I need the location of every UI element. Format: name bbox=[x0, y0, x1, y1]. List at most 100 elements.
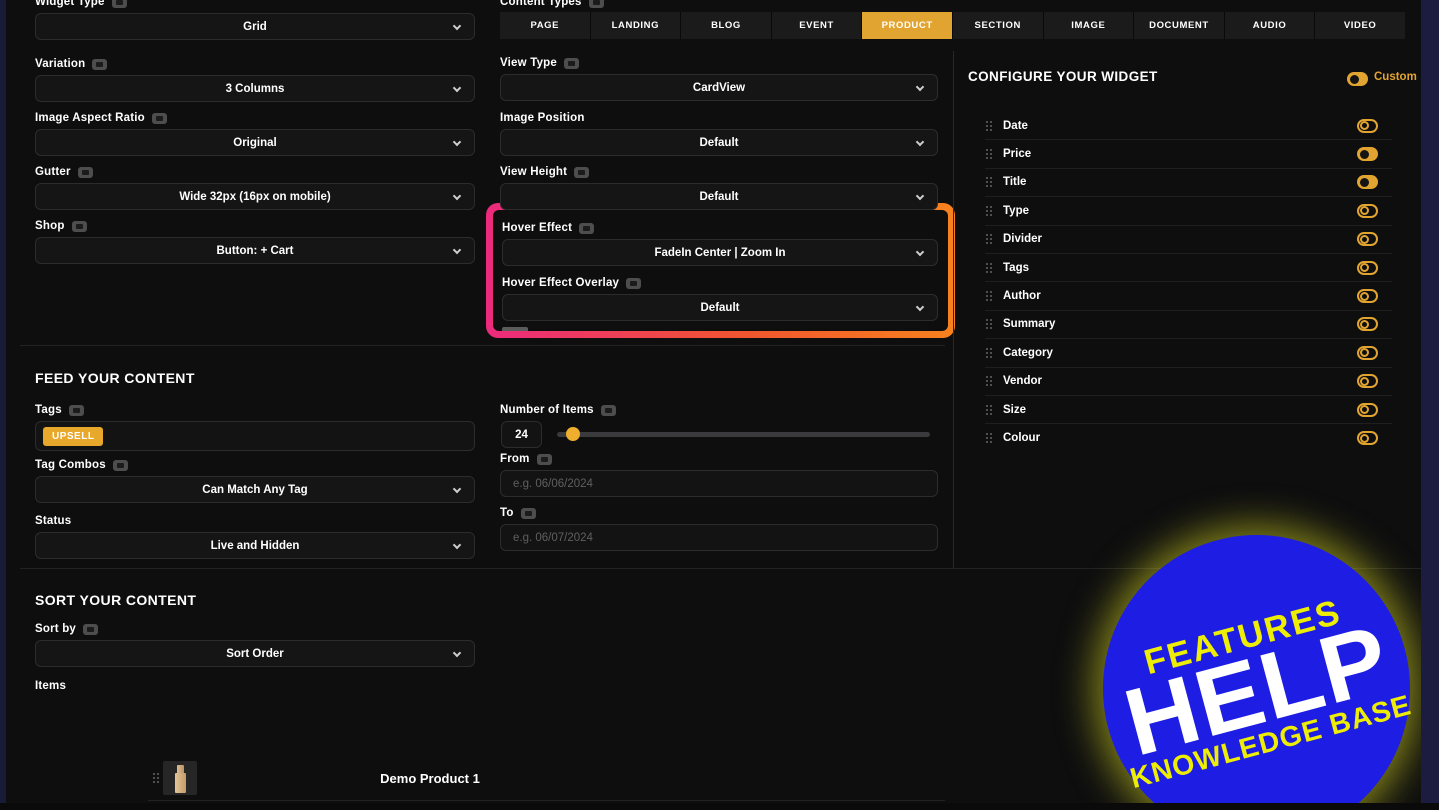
variation-select[interactable]: 3 Columns bbox=[35, 75, 475, 102]
drag-handle-icon[interactable] bbox=[985, 205, 993, 217]
drag-handle-icon[interactable] bbox=[985, 432, 993, 444]
tab-event[interactable]: EVENT bbox=[771, 12, 863, 39]
row-label: Type bbox=[1003, 204, 1029, 217]
size-toggle[interactable] bbox=[1357, 402, 1378, 417]
info-icon[interactable] bbox=[77, 166, 93, 178]
number-of-items-value[interactable]: 24 bbox=[501, 421, 542, 448]
tab-video[interactable]: VIDEO bbox=[1315, 12, 1405, 39]
configure-row-date[interactable]: Date bbox=[985, 112, 1392, 141]
tag-combos-select[interactable]: Can Match Any Tag bbox=[35, 476, 475, 503]
image-position-select[interactable]: Default bbox=[500, 129, 938, 156]
help-knowledge-base-badge[interactable]: FEATURES HELP KNOWLEDGE BASE bbox=[1103, 535, 1415, 810]
chevron-down-icon bbox=[452, 21, 462, 31]
info-icon[interactable] bbox=[92, 58, 108, 70]
tab-document[interactable]: DOCUMENT bbox=[1134, 12, 1225, 39]
widget-type-select[interactable]: Grid bbox=[35, 13, 475, 40]
configure-row-title[interactable]: Title bbox=[985, 169, 1392, 198]
type-toggle[interactable] bbox=[1357, 203, 1378, 218]
configure-row-divider[interactable]: Divider bbox=[985, 226, 1392, 254]
drag-handle-icon[interactable] bbox=[985, 233, 993, 245]
info-icon[interactable] bbox=[71, 220, 87, 232]
drag-handle-icon[interactable] bbox=[985, 148, 993, 160]
chevron-down-icon bbox=[915, 137, 925, 147]
date-toggle[interactable] bbox=[1357, 118, 1378, 133]
gutter-select[interactable]: Wide 32px (16px on mobile) bbox=[35, 183, 475, 210]
info-icon[interactable] bbox=[563, 57, 579, 69]
info-icon[interactable] bbox=[579, 222, 595, 234]
configure-row-price[interactable]: Price bbox=[985, 140, 1392, 169]
status-select[interactable]: Live and Hidden bbox=[35, 532, 475, 559]
drag-handle-icon[interactable] bbox=[985, 262, 993, 274]
configure-row-category[interactable]: Category bbox=[985, 339, 1392, 368]
info-icon[interactable] bbox=[600, 404, 616, 416]
divider-toggle[interactable] bbox=[1357, 232, 1378, 247]
vendor-toggle[interactable] bbox=[1357, 374, 1378, 389]
image-aspect-ratio-select[interactable]: Original bbox=[35, 129, 475, 156]
info-icon[interactable] bbox=[151, 112, 167, 124]
info-icon[interactable] bbox=[83, 623, 99, 635]
price-toggle[interactable] bbox=[1357, 147, 1378, 162]
drag-handle-icon[interactable] bbox=[985, 318, 993, 330]
sort-by-select[interactable]: Sort Order bbox=[35, 640, 475, 667]
configure-row-author[interactable]: Author bbox=[985, 282, 1392, 311]
author-toggle[interactable] bbox=[1357, 289, 1378, 304]
tab-section[interactable]: SECTION bbox=[952, 12, 1044, 39]
content-types-label-text: Content Types bbox=[500, 0, 582, 8]
content-types-tabbar: PAGE LANDING BLOG EVENT PRODUCT SECTION … bbox=[500, 12, 1405, 39]
configure-row-vendor[interactable]: Vendor bbox=[985, 368, 1392, 396]
hover-effect-overlay-select[interactable]: Default bbox=[502, 294, 938, 321]
slider-knob[interactable] bbox=[566, 427, 580, 441]
drag-handle-icon[interactable] bbox=[985, 120, 993, 132]
tab-page[interactable]: PAGE bbox=[500, 12, 591, 39]
tags-toggle[interactable] bbox=[1357, 260, 1378, 275]
info-icon[interactable] bbox=[111, 0, 127, 8]
info-icon[interactable] bbox=[626, 277, 642, 289]
drag-handle-icon[interactable] bbox=[985, 176, 993, 188]
number-of-items-slider[interactable] bbox=[557, 427, 930, 441]
tab-audio[interactable]: AUDIO bbox=[1224, 12, 1316, 39]
drag-handle-icon[interactable] bbox=[985, 404, 993, 416]
tab-product[interactable]: PRODUCT bbox=[862, 12, 953, 39]
tab-landing[interactable]: LANDING bbox=[590, 12, 682, 39]
configure-row-tags[interactable]: Tags bbox=[985, 254, 1392, 283]
info-icon[interactable] bbox=[68, 404, 84, 416]
tag-chip-upsell[interactable]: UPSELL bbox=[43, 426, 104, 446]
colour-toggle[interactable] bbox=[1357, 431, 1378, 446]
configure-row-summary[interactable]: Summary bbox=[985, 311, 1392, 340]
category-toggle[interactable] bbox=[1357, 345, 1378, 360]
info-icon[interactable] bbox=[588, 0, 604, 8]
from-label: From bbox=[500, 452, 938, 466]
info-icon[interactable] bbox=[112, 459, 128, 471]
drag-handle-icon[interactable] bbox=[985, 375, 993, 387]
section-divider-feed bbox=[20, 345, 945, 346]
drag-handle-icon[interactable] bbox=[152, 772, 160, 784]
configure-row-colour[interactable]: Colour bbox=[985, 424, 1392, 452]
tab-blog[interactable]: BLOG bbox=[681, 12, 772, 39]
summary-toggle[interactable] bbox=[1357, 317, 1378, 332]
tags-label: Tags bbox=[35, 403, 475, 417]
from-date-input[interactable] bbox=[500, 470, 938, 497]
title-toggle[interactable] bbox=[1357, 175, 1378, 190]
view-type-field: View Type CardView bbox=[500, 56, 938, 101]
configure-row-size[interactable]: Size bbox=[985, 396, 1392, 425]
widget-type-value: Grid bbox=[243, 20, 267, 33]
info-icon[interactable] bbox=[520, 507, 536, 519]
custom-toggle[interactable] bbox=[1347, 72, 1368, 86]
tab-image[interactable]: IMAGE bbox=[1043, 12, 1135, 39]
tags-input[interactable]: UPSELL bbox=[35, 421, 475, 451]
info-icon[interactable] bbox=[574, 166, 590, 178]
feed-heading: FEED YOUR CONTENT bbox=[35, 370, 195, 386]
info-icon[interactable] bbox=[536, 453, 552, 465]
view-type-select[interactable]: CardView bbox=[500, 74, 938, 101]
to-date-input[interactable] bbox=[500, 524, 938, 551]
shop-select[interactable]: Button: + Cart bbox=[35, 237, 475, 264]
configure-row-type[interactable]: Type bbox=[985, 197, 1392, 226]
hover-effect-select[interactable]: FadeIn Center | Zoom In bbox=[502, 239, 938, 266]
view-height-select[interactable]: Default bbox=[500, 183, 938, 210]
image-position-label: Image Position bbox=[500, 111, 938, 125]
bottle-body-graphic bbox=[175, 773, 186, 793]
drag-handle-icon[interactable] bbox=[985, 347, 993, 359]
image-aspect-ratio-field: Image Aspect Ratio Original bbox=[35, 111, 475, 156]
shop-value: Button: + Cart bbox=[216, 244, 294, 257]
drag-handle-icon[interactable] bbox=[985, 290, 993, 302]
